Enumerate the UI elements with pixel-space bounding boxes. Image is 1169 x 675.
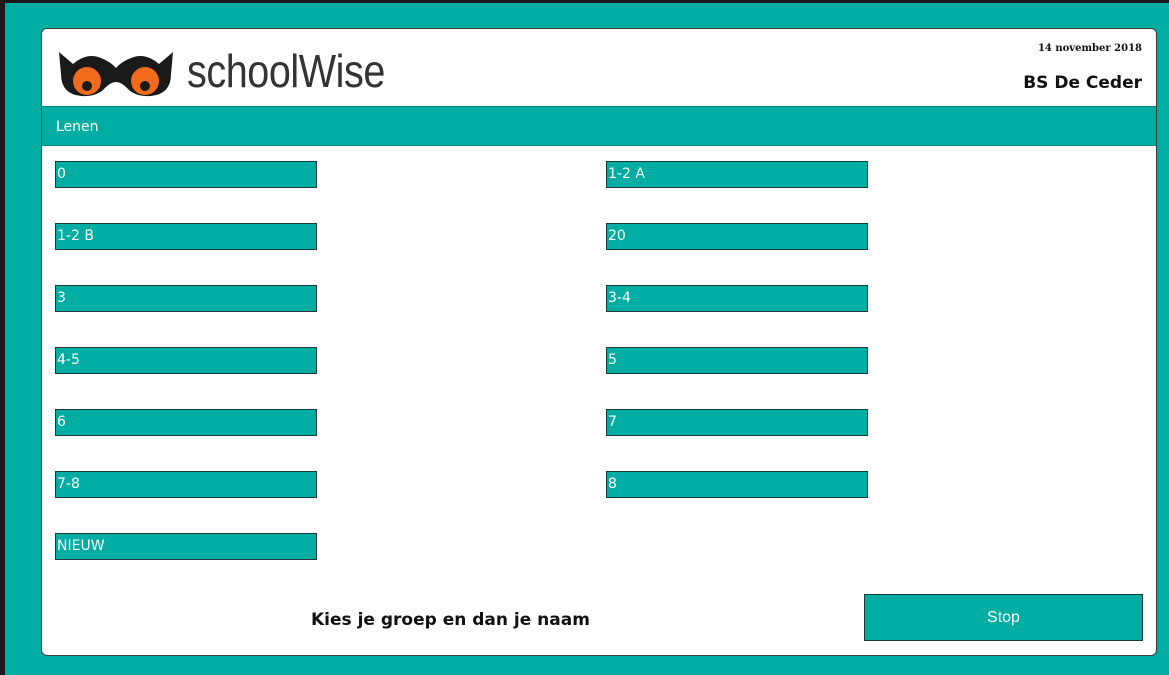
group-button[interactable]: 6 xyxy=(55,409,317,436)
group-button[interactable]: 20 xyxy=(606,223,868,250)
owl-logo-icon xyxy=(59,52,173,97)
instruction-text: Kies je groep en dan je naam xyxy=(311,610,590,630)
group-button[interactable]: 1-2 B xyxy=(55,223,317,250)
group-button[interactable]: 0 xyxy=(55,161,317,188)
group-button[interactable]: 3 xyxy=(55,285,317,312)
nav-bar: Lenen xyxy=(42,106,1156,146)
group-button[interactable]: 7-8 xyxy=(55,471,317,498)
app-name: schoolWise xyxy=(187,45,385,97)
school-name: BS De Ceder xyxy=(1023,73,1142,93)
group-button[interactable]: 5 xyxy=(606,347,868,374)
nav-item-lenen[interactable]: Lenen xyxy=(56,119,99,135)
group-button-new[interactable]: NIEUW xyxy=(55,533,317,560)
stop-button[interactable]: Stop xyxy=(864,594,1143,641)
header: schoolWise 14 november 2018 BS De Ceder xyxy=(42,29,1156,106)
main-panel: schoolWise 14 november 2018 BS De Ceder … xyxy=(41,28,1157,656)
group-button[interactable]: 8 xyxy=(606,471,868,498)
date-label: 14 november 2018 xyxy=(1037,43,1142,54)
logo: schoolWise xyxy=(57,44,417,98)
window-frame-left xyxy=(0,0,5,675)
group-button[interactable]: 7 xyxy=(606,409,868,436)
group-button[interactable]: 3-4 xyxy=(606,285,868,312)
group-button[interactable]: 1-2 A xyxy=(606,161,868,188)
window-frame-top xyxy=(0,0,1169,3)
group-button[interactable]: 4-5 xyxy=(55,347,317,374)
